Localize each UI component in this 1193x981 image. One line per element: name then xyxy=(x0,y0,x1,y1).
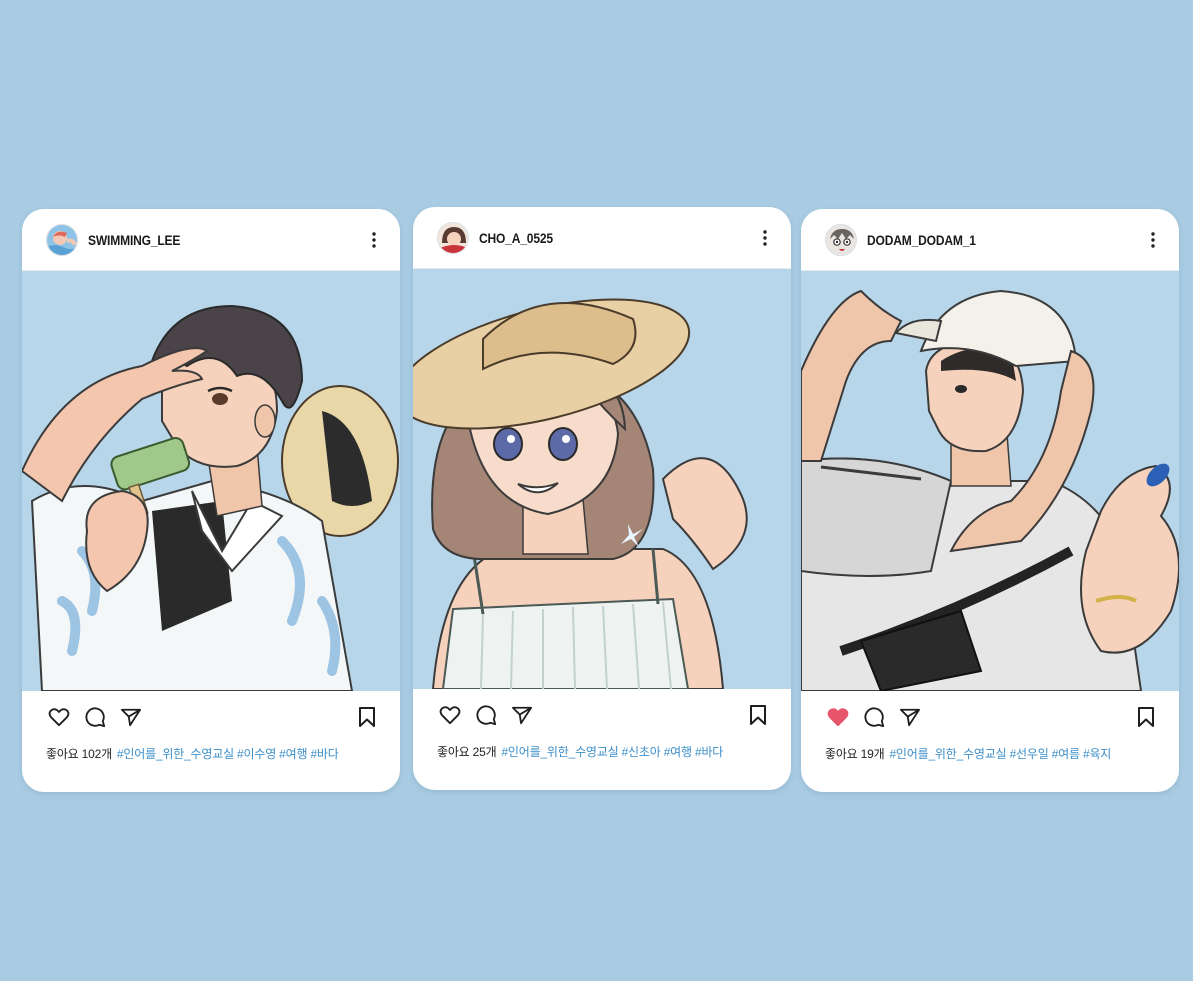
more-options-icon[interactable] xyxy=(755,226,775,250)
post-card: SWIMMING_LEE 좋아요 102개 #인어를_위한_수영교실 #이수영 … xyxy=(22,209,400,792)
action-bar xyxy=(437,689,767,741)
post-caption: 좋아요 102개 #인어를_위한_수영교실 #이수영 #여행 #바다 xyxy=(46,745,376,762)
share-icon[interactable] xyxy=(118,704,144,730)
post-footer: 좋아요 102개 #인어를_위한_수영교실 #이수영 #여행 #바다 xyxy=(22,691,400,762)
avatar[interactable] xyxy=(46,223,78,256)
illustration-boy-ice-cream xyxy=(22,271,400,691)
post-card: DODAM_DODAM_1 좋아요 19개 #인어를_위한_수영교실 #선우일 … xyxy=(801,209,1179,792)
action-bar xyxy=(825,691,1155,743)
post-card: CHO_A_0525 좋아요 25개 #인어를_위한_수영교실 #신초아 #여행… xyxy=(413,207,791,790)
hashtags[interactable]: #인어를_위한_수영교실 #이수영 #여행 #바다 xyxy=(117,747,339,761)
comment-icon[interactable] xyxy=(82,704,108,730)
bookmark-icon[interactable] xyxy=(354,704,380,730)
heart-icon[interactable] xyxy=(46,704,72,730)
avatar[interactable] xyxy=(825,223,857,256)
share-icon[interactable] xyxy=(897,704,923,730)
post-image[interactable] xyxy=(22,271,400,691)
share-icon[interactable] xyxy=(509,702,535,728)
like-count[interactable]: 좋아요 102개 xyxy=(46,747,112,761)
illustration-boy-cap xyxy=(801,271,1179,691)
username[interactable]: SWIMMING_LEE xyxy=(88,232,180,248)
username[interactable]: DODAM_DODAM_1 xyxy=(867,232,976,248)
post-caption: 좋아요 25개 #인어를_위한_수영교실 #신초아 #여행 #바다 xyxy=(437,743,767,760)
like-count[interactable]: 좋아요 19개 xyxy=(825,747,885,761)
avatar[interactable] xyxy=(437,221,469,254)
username[interactable]: CHO_A_0525 xyxy=(479,230,553,246)
post-caption: 좋아요 19개 #인어를_위한_수영교실 #선우일 #여름 #육지 xyxy=(825,745,1155,762)
comment-icon[interactable] xyxy=(473,702,499,728)
more-options-icon[interactable] xyxy=(364,228,384,252)
character-avatar-icon xyxy=(826,224,856,255)
illustration-girl-straw-hat xyxy=(413,269,791,689)
action-bar xyxy=(46,691,376,743)
swimmer-avatar-icon xyxy=(47,224,77,255)
hashtags[interactable]: #인어를_위한_수영교실 #신초아 #여행 #바다 xyxy=(501,745,723,759)
post-image[interactable] xyxy=(413,269,791,689)
comment-icon[interactable] xyxy=(861,704,887,730)
bookmark-icon[interactable] xyxy=(1133,704,1159,730)
more-options-icon[interactable] xyxy=(1143,228,1163,252)
hashtags[interactable]: #인어를_위한_수영교실 #선우일 #여름 #육지 xyxy=(889,747,1111,761)
heart-icon[interactable] xyxy=(437,702,463,728)
like-count[interactable]: 좋아요 25개 xyxy=(437,745,497,759)
post-footer: 좋아요 19개 #인어를_위한_수영교실 #선우일 #여름 #육지 xyxy=(801,691,1179,762)
post-footer: 좋아요 25개 #인어를_위한_수영교실 #신초아 #여행 #바다 xyxy=(413,689,791,760)
bookmark-icon[interactable] xyxy=(745,702,771,728)
post-image[interactable] xyxy=(801,271,1179,691)
girl-avatar-icon xyxy=(438,222,468,253)
heart-icon[interactable] xyxy=(825,704,851,730)
post-header: SWIMMING_LEE xyxy=(22,209,400,271)
post-header: CHO_A_0525 xyxy=(413,207,791,269)
post-header: DODAM_DODAM_1 xyxy=(801,209,1179,271)
